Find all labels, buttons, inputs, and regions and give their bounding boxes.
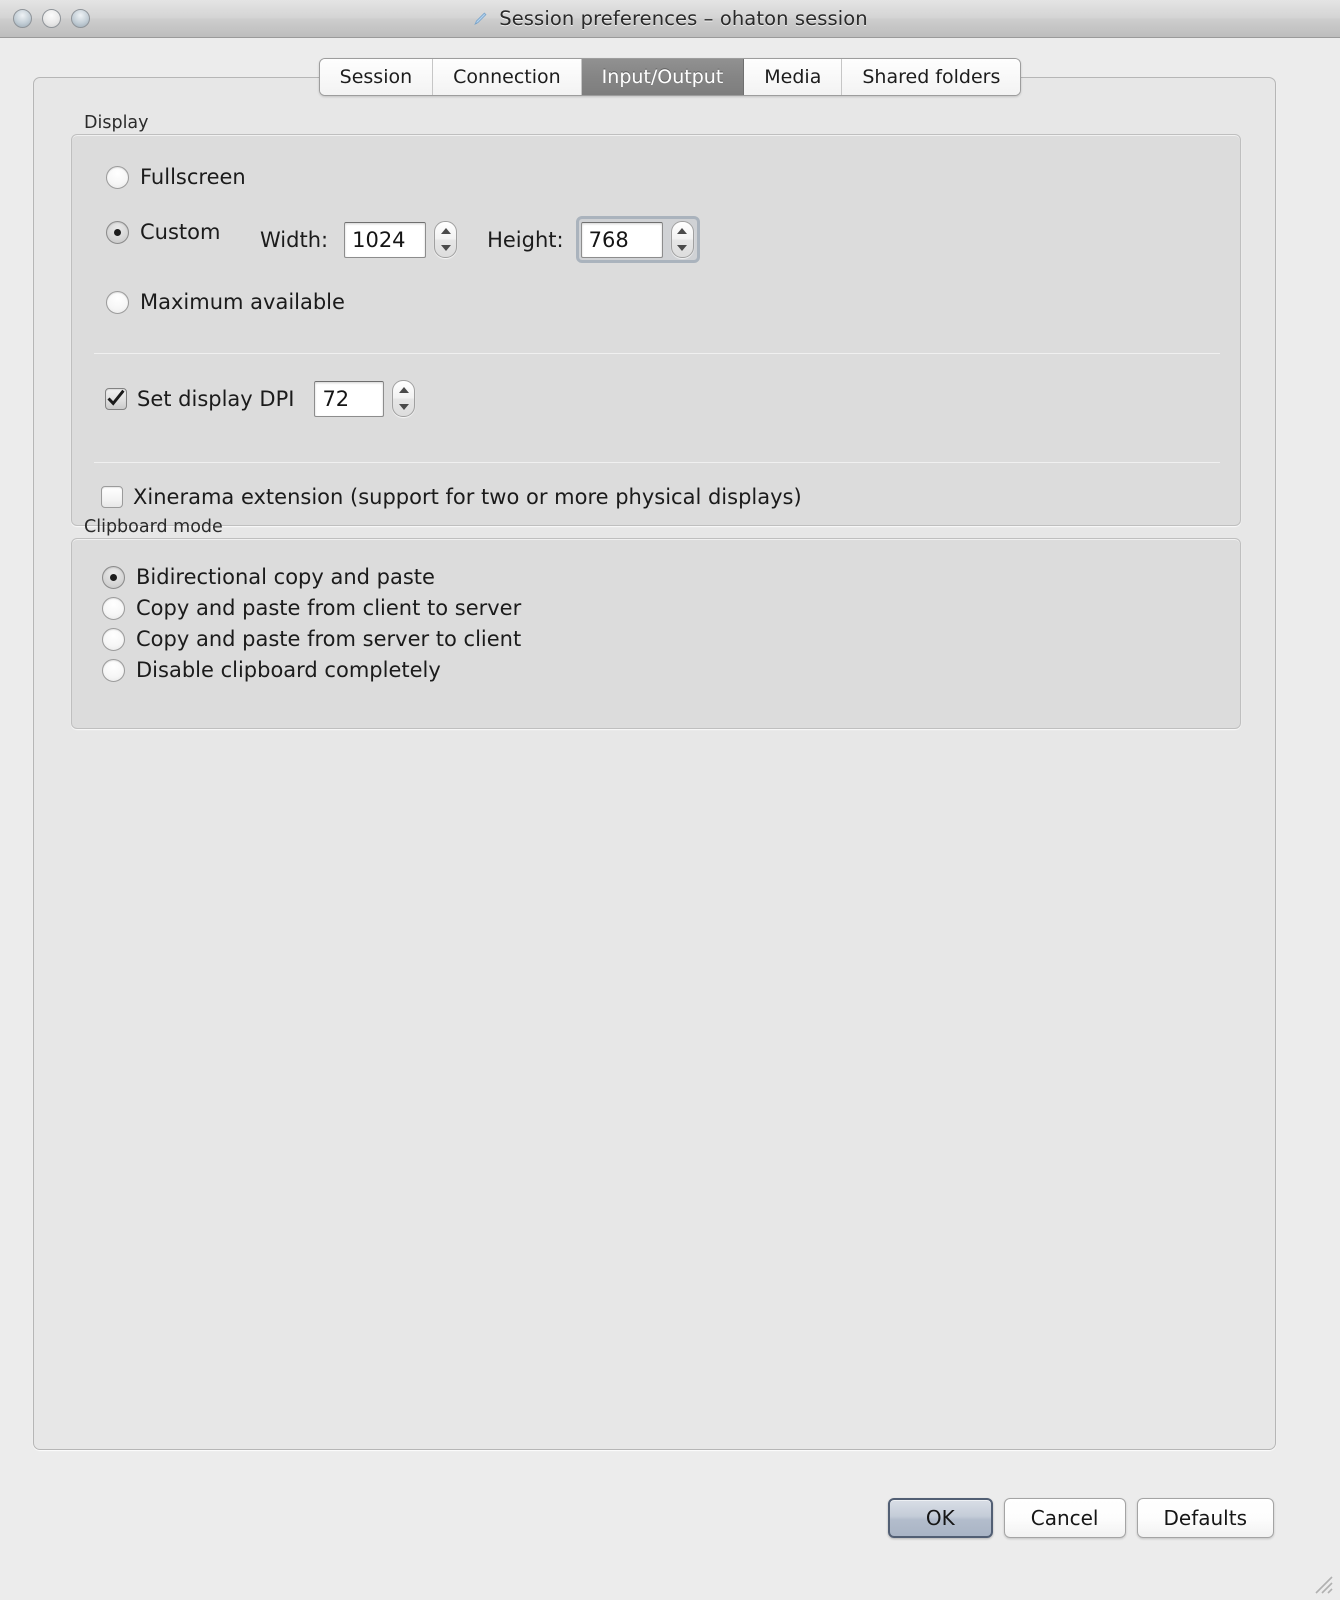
tab-label: Session xyxy=(339,66,413,88)
tab-input-output[interactable]: Input/Output xyxy=(581,59,745,95)
tab-shared-folders[interactable]: Shared folders xyxy=(842,59,1021,95)
stepper-down-icon[interactable] xyxy=(398,404,409,411)
stepper-down-icon[interactable] xyxy=(440,245,451,252)
radio-label-bidirectional: Bidirectional copy and paste xyxy=(136,565,435,589)
minimize-button[interactable] xyxy=(42,9,61,28)
radio-label-disable-clipboard: Disable clipboard completely xyxy=(136,658,441,682)
radio-row-disable-clipboard[interactable]: Disable clipboard completely xyxy=(102,658,441,682)
separator-1 xyxy=(94,353,1220,354)
tab-label: Media xyxy=(764,66,822,88)
dialog-button-row: OK Cancel Defaults xyxy=(887,1498,1274,1538)
radio-label-server-to-client: Copy and paste from server to client xyxy=(136,627,522,651)
ok-button[interactable]: OK xyxy=(887,1498,993,1538)
height-spinner-group[interactable] xyxy=(575,216,700,263)
checkbox-xinerama[interactable] xyxy=(101,486,123,508)
dpi-spinner-group[interactable] xyxy=(314,380,416,417)
width-label: Width: xyxy=(260,227,329,252)
stepper-down-icon[interactable] xyxy=(677,245,688,252)
tab-content-panel: Display Fullscreen Custom Width: Height: xyxy=(33,77,1276,1450)
radio-row-bidirectional[interactable]: Bidirectional copy and paste xyxy=(102,565,435,589)
radio-row-server-to-client[interactable]: Copy and paste from server to client xyxy=(102,627,521,651)
radio-label-fullscreen: Fullscreen xyxy=(140,165,246,189)
display-group: Fullscreen Custom Width: Height: xyxy=(71,134,1241,526)
defaults-button[interactable]: Defaults xyxy=(1136,1498,1274,1538)
label-set-display-dpi: Set display DPI xyxy=(137,386,295,411)
window-title-group: Session preferences – ohaton session xyxy=(0,7,1340,30)
ok-button-label: OK xyxy=(925,1506,955,1530)
window-controls xyxy=(13,9,90,28)
tab-label: Shared folders xyxy=(862,66,1001,88)
tab-strip: Session Connection Input/Output Media Sh… xyxy=(318,58,1022,96)
checkmark-icon xyxy=(107,389,125,406)
close-button[interactable] xyxy=(13,9,32,28)
radio-row-custom[interactable]: Custom xyxy=(106,220,220,244)
radio-label-maximum-available: Maximum available xyxy=(140,290,345,314)
window-titlebar: Session preferences – ohaton session xyxy=(0,0,1340,38)
resolution-fields: Width: Height: xyxy=(260,216,700,263)
clipboard-group-label: Clipboard mode xyxy=(84,517,223,537)
separator-2 xyxy=(94,462,1220,463)
stepper-up-icon[interactable] xyxy=(440,227,451,234)
tab-label: Input/Output xyxy=(601,66,724,88)
height-input[interactable] xyxy=(580,221,663,258)
tab-connection[interactable]: Connection xyxy=(433,59,582,95)
radio-bidirectional-copy-paste[interactable] xyxy=(102,565,125,589)
zoom-button[interactable] xyxy=(71,9,90,28)
radio-server-to-client[interactable] xyxy=(102,627,125,651)
width-spinner-group[interactable] xyxy=(344,221,458,258)
radio-fullscreen[interactable] xyxy=(106,165,129,189)
radio-maximum-available[interactable] xyxy=(106,290,129,314)
pencil-icon xyxy=(474,12,487,25)
resize-grip[interactable] xyxy=(1312,1573,1334,1595)
tab-session[interactable]: Session xyxy=(319,59,434,95)
defaults-button-label: Defaults xyxy=(1163,1506,1248,1530)
dpi-stepper[interactable] xyxy=(392,380,416,417)
window-title: Session preferences – ohaton session xyxy=(499,6,868,30)
height-stepper[interactable] xyxy=(670,221,694,258)
radio-label-custom: Custom xyxy=(140,220,221,244)
radio-disable-clipboard[interactable] xyxy=(102,658,125,682)
tab-media[interactable]: Media xyxy=(744,59,843,95)
check-row-set-display-dpi[interactable]: Set display DPI xyxy=(105,380,416,417)
width-stepper[interactable] xyxy=(434,221,458,258)
check-row-xinerama[interactable]: Xinerama extension (support for two or m… xyxy=(101,485,802,509)
cancel-button-label: Cancel xyxy=(1030,1506,1099,1530)
display-group-label: Display xyxy=(84,113,149,133)
tab-bar: Session Connection Input/Output Media Sh… xyxy=(0,58,1340,96)
height-label: Height: xyxy=(487,227,564,252)
dpi-input[interactable] xyxy=(314,380,385,417)
radio-row-fullscreen[interactable]: Fullscreen xyxy=(106,165,246,189)
label-xinerama: Xinerama extension (support for two or m… xyxy=(133,485,802,509)
radio-client-to-server[interactable] xyxy=(102,596,125,620)
stepper-up-icon[interactable] xyxy=(398,386,409,393)
radio-custom[interactable] xyxy=(106,220,129,244)
clipboard-group: Bidirectional copy and paste Copy and pa… xyxy=(71,538,1241,729)
radio-row-client-to-server[interactable]: Copy and paste from client to server xyxy=(102,596,521,620)
stepper-up-icon[interactable] xyxy=(677,227,688,234)
tab-label: Connection xyxy=(453,66,561,88)
cancel-button[interactable]: Cancel xyxy=(1003,1498,1126,1538)
width-input[interactable] xyxy=(344,221,427,258)
checkbox-set-display-dpi[interactable] xyxy=(105,387,127,410)
radio-label-client-to-server: Copy and paste from client to server xyxy=(136,596,522,620)
radio-row-maximum-available[interactable]: Maximum available xyxy=(106,290,345,314)
